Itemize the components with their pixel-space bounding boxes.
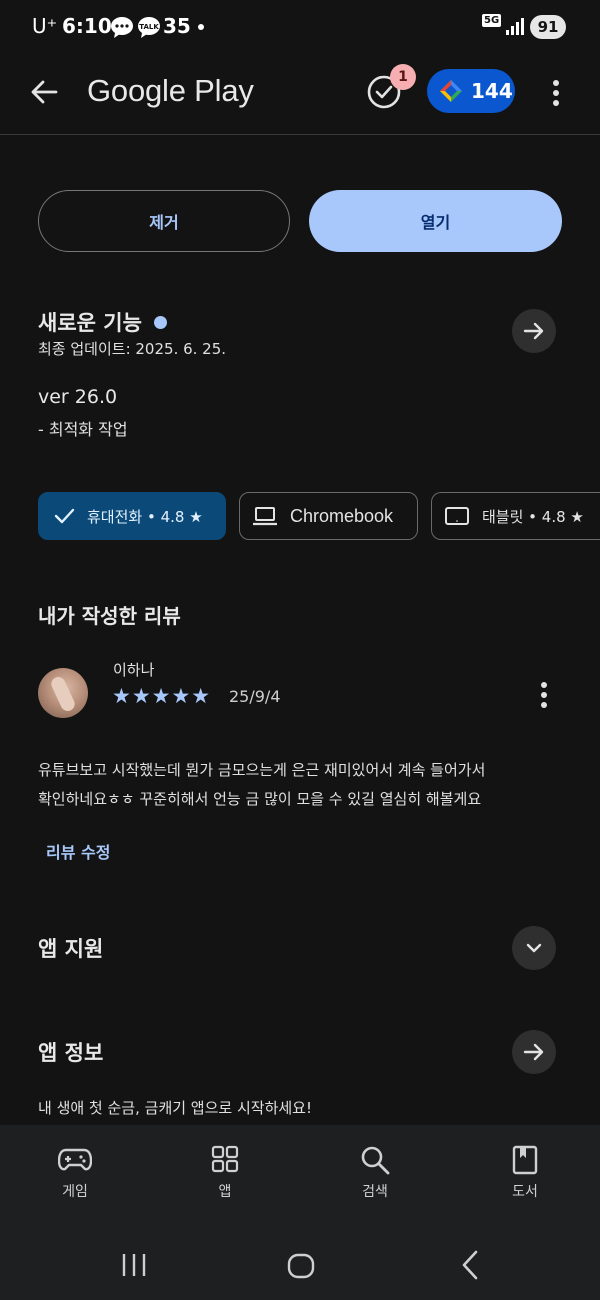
svg-text:TALK: TALK: [139, 23, 159, 31]
clock: 6:10: [62, 14, 112, 38]
chip-tablet-label: 태블릿 • 4.8 ★: [482, 507, 584, 526]
open-button[interactable]: 열기: [309, 190, 562, 252]
nav-search[interactable]: 검색: [315, 1125, 435, 1227]
review-more-icon[interactable]: [534, 680, 554, 710]
points-value: 144: [471, 79, 513, 103]
nav-games-label: 게임: [62, 1184, 88, 1200]
whats-new-title: 새로운 기능: [38, 311, 142, 335]
search-icon: [361, 1146, 390, 1175]
app-info-description: 내 생애 첫 순금, 금캐기 앱으로 시작하세요!: [38, 1099, 312, 1117]
review-date: 25/9/4: [229, 687, 281, 706]
review-author: 이하나: [113, 661, 155, 679]
signal-icon: [506, 18, 524, 35]
chip-tablet[interactable]: 태블릿 • 4.8 ★: [431, 492, 600, 540]
book-icon: [512, 1145, 538, 1175]
dot-indicator: [198, 24, 204, 30]
system-navigation-bar: [0, 1227, 600, 1300]
laptop-icon: [253, 507, 277, 526]
home-icon[interactable]: [286, 1251, 316, 1281]
nav-games[interactable]: 게임: [15, 1125, 135, 1227]
review-stars: ★★★★★: [112, 684, 212, 708]
chip-phone[interactable]: 휴대전화 • 4.8 ★: [38, 492, 226, 540]
whats-new-arrow-button[interactable]: [512, 309, 556, 353]
app-support-title: 앱 지원: [38, 937, 104, 961]
notification-badge: 1: [390, 64, 416, 90]
chip-chromebook-label: Chromebook: [290, 505, 394, 526]
new-dot-indicator: [153, 315, 167, 329]
network-badge: 5G: [482, 14, 502, 27]
notification-count: 35: [163, 14, 191, 38]
arrow-forward-icon: [523, 322, 544, 340]
tablet-icon: [445, 507, 469, 525]
kakaotalk-icon: TALK: [138, 17, 160, 38]
edit-review-link[interactable]: 리뷰 수정: [46, 839, 110, 863]
release-note: - 최적화 작업: [38, 420, 128, 439]
apps-grid-icon: [211, 1145, 239, 1173]
nav-books[interactable]: 도서: [465, 1125, 585, 1227]
update-check-button[interactable]: 1: [366, 64, 416, 110]
chip-phone-label: 휴대전화 • 4.8 ★: [87, 507, 203, 526]
my-review-heading: 내가 작성한 리뷰: [38, 604, 181, 628]
more-vert-icon[interactable]: [546, 78, 566, 108]
play-points-icon: [440, 80, 462, 102]
whats-new-header: 새로운 기능: [38, 307, 167, 337]
google-play-title: Google Play: [87, 73, 254, 108]
chip-chromebook[interactable]: Chromebook: [239, 492, 418, 540]
last-updated: 최종 업데이트: 2025. 6. 25.: [38, 340, 227, 358]
recents-icon[interactable]: [120, 1251, 148, 1279]
gamepad-icon: [58, 1148, 92, 1171]
check-icon: [54, 508, 75, 524]
bottom-navigation: 게임 앱 검색 도서: [0, 1125, 600, 1227]
nav-apps-label: 앱: [218, 1184, 232, 1200]
nav-books-label: 도서: [512, 1184, 538, 1200]
review-text-line-2: 확인하네요ㅎㅎ 꾸준히해서 언능 금 많이 모을 수 있길 열심히 해볼게요: [38, 790, 482, 808]
chat-bubble-icon: [111, 17, 133, 38]
app-info-arrow-button[interactable]: [512, 1030, 556, 1074]
nav-search-label: 검색: [362, 1184, 388, 1200]
app-support-expand-button[interactable]: [512, 926, 556, 970]
arrow-forward-icon: [523, 1043, 544, 1061]
carrier-label: U⁺: [32, 14, 58, 38]
version-text: ver 26.0: [38, 386, 118, 408]
back-nav-icon[interactable]: [458, 1249, 482, 1281]
uninstall-button[interactable]: 제거: [38, 190, 290, 252]
review-text-line-1: 유튜브보고 시작했는데 뭔가 금모으는게 은근 재미있어서 계속 들어가서: [38, 761, 486, 779]
play-points-button[interactable]: 144: [427, 69, 515, 113]
app-bar: Google Play 1 144: [0, 56, 600, 134]
battery-indicator: 91: [530, 15, 566, 39]
back-arrow-icon[interactable]: [28, 76, 60, 108]
avatar: [38, 668, 88, 718]
app-info-title: 앱 정보: [38, 1041, 104, 1065]
nav-apps[interactable]: 앱: [165, 1125, 285, 1227]
battery-level: 91: [537, 18, 559, 36]
chevron-down-icon: [526, 943, 542, 953]
app-bar-divider: [0, 134, 600, 135]
status-bar: U⁺ 6:10 TALK 35 5G 91: [0, 0, 600, 56]
